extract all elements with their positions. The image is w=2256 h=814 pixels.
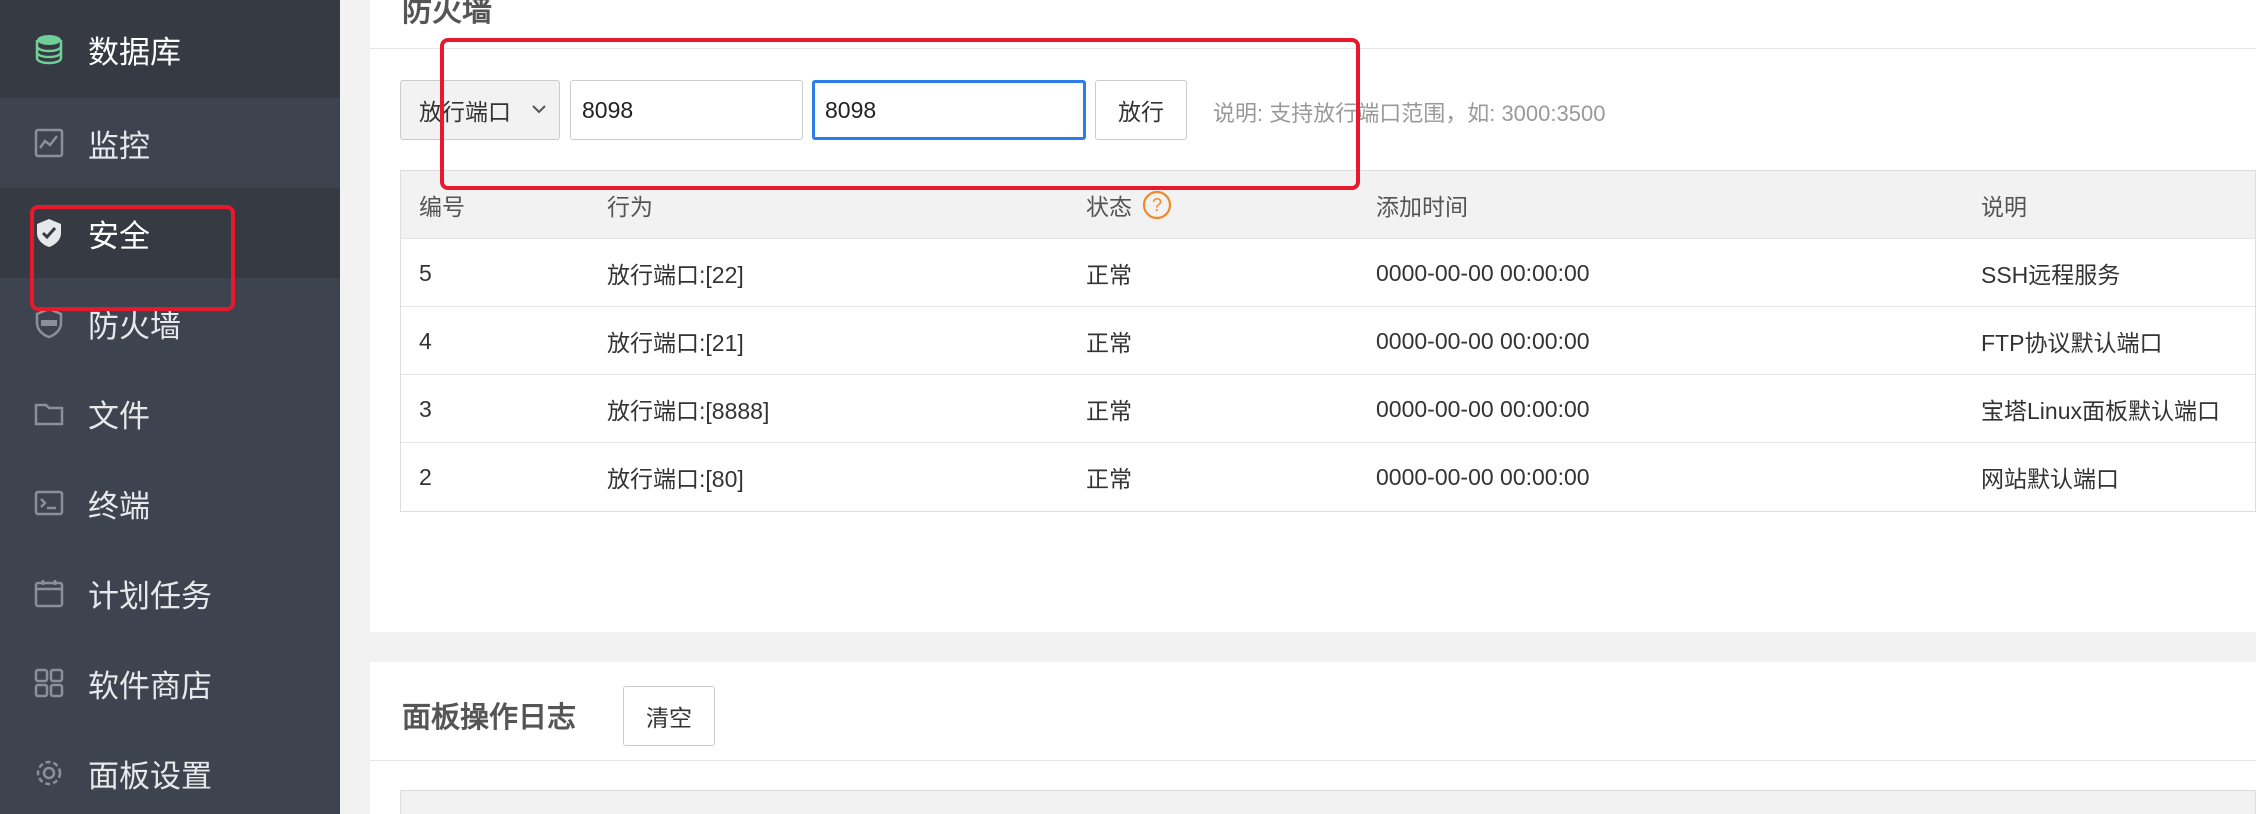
column-header: 说明: [1981, 194, 2027, 220]
action-select-value: 放行端口: [419, 99, 511, 125]
column-header: 添加时间: [1376, 194, 1468, 220]
sidebar-item-label: 防火墙: [88, 308, 181, 344]
svg-text:?: ?: [1152, 195, 1162, 215]
port-start-input[interactable]: 8098: [570, 80, 803, 140]
port-hint-text: 说明: 支持放行端口范围，如: 3000:3500: [1213, 101, 1606, 126]
sidebar: 数据库 监控 安全 防火墙 文件 终端 计划任务 软件商店 面板设置: [0, 0, 340, 814]
cell-id: 4: [419, 327, 432, 354]
clear-log-button[interactable]: 清空: [623, 686, 715, 746]
sidebar-item-label: 面板设置: [88, 758, 212, 794]
sidebar-item-terminal[interactable]: 终端: [0, 458, 340, 548]
calendar-icon: [32, 576, 66, 610]
waf-shield-icon: [32, 306, 66, 340]
table-row: 3 放行端口:[8888] 正常 0000-00-00 00:00:00 宝塔L…: [401, 375, 2255, 443]
panel-title: 防火墙: [402, 0, 492, 28]
firewall-rules-table: 编号 行为 状态 ? 添加时间 说明 5 放行端口:[22] 正常 0000-0…: [400, 170, 2256, 512]
sidebar-item-security[interactable]: 安全: [0, 188, 340, 278]
column-header: 编号: [419, 194, 465, 220]
table-header-row: 编号 行为 状态 ? 添加时间 说明: [401, 171, 2255, 239]
chevron-down-icon: [532, 105, 546, 114]
cell-status: 正常: [1086, 262, 1132, 288]
sidebar-item-label: 监控: [88, 128, 150, 164]
shield-check-icon: [32, 216, 66, 250]
monitor-icon: [32, 126, 66, 160]
column-header: 状态: [1086, 194, 1132, 220]
cell-id: 2: [419, 463, 432, 490]
sidebar-item-label: 计划任务: [88, 578, 212, 614]
grid-apps-icon: [32, 666, 66, 700]
terminal-icon: [32, 486, 66, 520]
table-row: 2 放行端口:[80] 正常 0000-00-00 00:00:00 网站默认端…: [401, 443, 2255, 511]
firewall-panel: 防火墙 放行端口 8098 8098 放行 说明: 支持放行端口范围，如: 30…: [370, 0, 2256, 632]
sidebar-item-settings[interactable]: 面板设置: [0, 728, 340, 814]
database-icon: [32, 32, 66, 66]
allow-port-button[interactable]: 放行: [1095, 80, 1187, 140]
sidebar-item-label: 数据库: [88, 34, 181, 70]
cell-status: 正常: [1086, 330, 1132, 356]
sidebar-item-store[interactable]: 软件商店: [0, 638, 340, 728]
table-row: 4 放行端口:[21] 正常 0000-00-00 00:00:00 FTP协议…: [401, 307, 2255, 375]
cell-note: FTP协议默认端口: [1981, 330, 2163, 356]
help-icon[interactable]: ?: [1142, 190, 1172, 220]
cell-id: 3: [419, 395, 432, 422]
cell-status: 正常: [1086, 398, 1132, 424]
column-header: 行为: [607, 194, 653, 220]
cell-action: 放行端口:[21]: [607, 330, 744, 356]
cell-status: 正常: [1086, 466, 1132, 492]
cell-time: 0000-00-00 00:00:00: [1376, 259, 1590, 286]
cell-action: 放行端口:[80]: [607, 466, 744, 492]
sidebar-item-waf[interactable]: 防火墙: [0, 278, 340, 368]
sidebar-item-label: 终端: [88, 488, 150, 524]
log-table-header: [400, 790, 2256, 814]
folder-icon: [32, 396, 66, 430]
sidebar-item-database[interactable]: 数据库: [0, 0, 340, 98]
column-header-status: 状态 ?: [1086, 171, 1172, 239]
sidebar-item-files[interactable]: 文件: [0, 368, 340, 458]
port-end-input[interactable]: 8098: [812, 80, 1086, 140]
gear-icon: [32, 756, 66, 790]
sidebar-item-label: 安全: [88, 218, 150, 254]
panel-title: 面板操作日志: [402, 702, 577, 734]
cell-time: 0000-00-00 00:00:00: [1376, 327, 1590, 354]
sidebar-item-label: 文件: [88, 398, 150, 434]
operation-log-panel: 面板操作日志 清空: [370, 662, 2256, 814]
divider: [370, 48, 2256, 49]
cell-action: 放行端口:[22]: [607, 262, 744, 288]
cell-note: 网站默认端口: [1981, 466, 2119, 492]
cell-time: 0000-00-00 00:00:00: [1376, 395, 1590, 422]
cell-action: 放行端口:[8888]: [607, 398, 770, 424]
cell-note: SSH远程服务: [1981, 262, 2121, 288]
sidebar-item-cron[interactable]: 计划任务: [0, 548, 340, 638]
cell-note: 宝塔Linux面板默认端口: [1981, 398, 2220, 424]
cell-time: 0000-00-00 00:00:00: [1376, 463, 1590, 490]
action-select[interactable]: 放行端口: [400, 80, 560, 140]
sidebar-item-monitor[interactable]: 监控: [0, 98, 340, 188]
cell-id: 5: [419, 259, 432, 286]
sidebar-item-label: 软件商店: [88, 668, 212, 704]
table-row: 5 放行端口:[22] 正常 0000-00-00 00:00:00 SSH远程…: [401, 239, 2255, 307]
divider: [370, 760, 2256, 761]
